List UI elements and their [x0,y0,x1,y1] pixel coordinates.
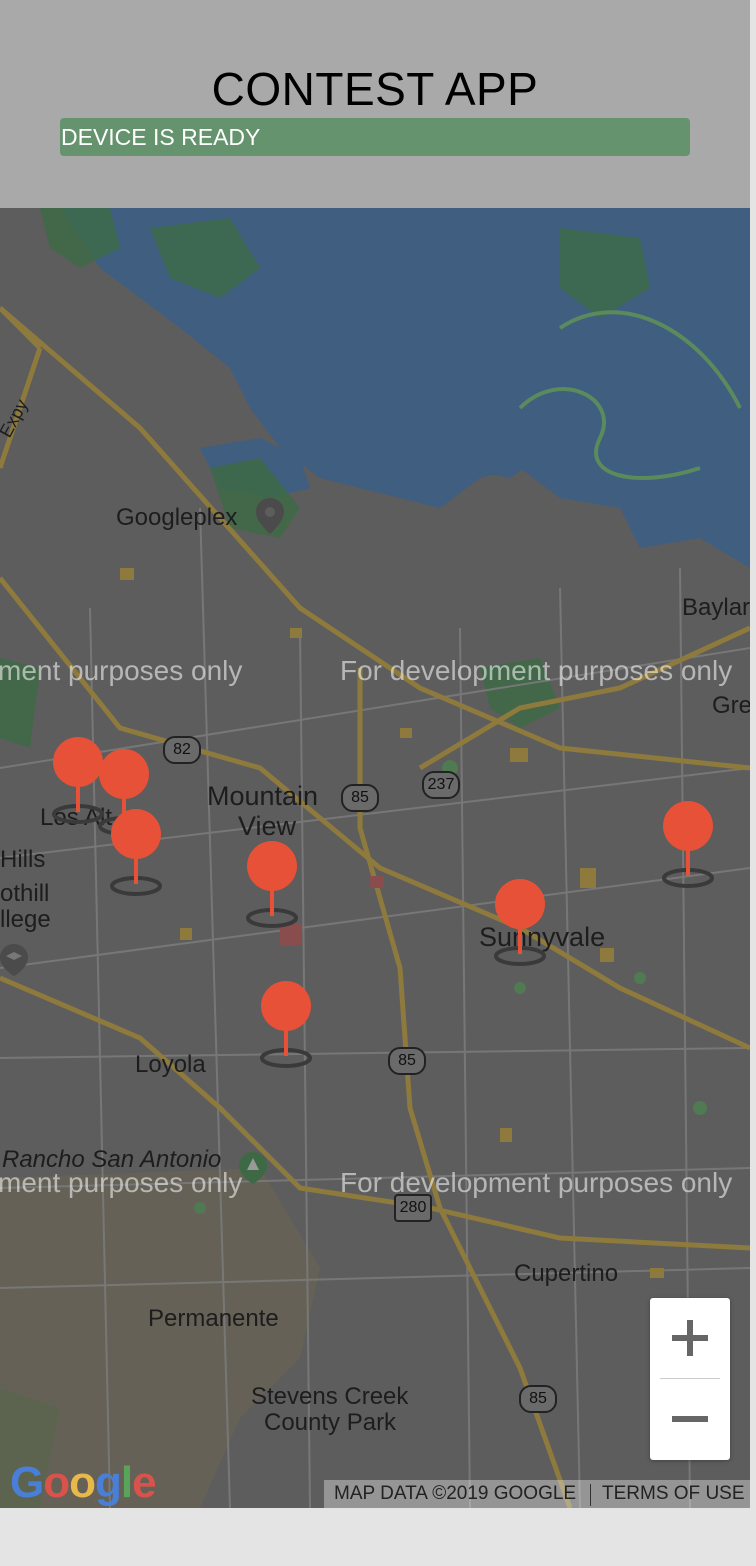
watermark-bottom-left: ment purposes only [0,1167,243,1198]
attribution-divider [590,1484,591,1506]
label-permanente: Permanente [148,1305,279,1332]
map-data-credit: MAP DATA ©2019 GOOGLE [334,1483,577,1504]
map-marker-7[interactable] [658,800,718,890]
label-googleplex: Googleplex [116,504,238,531]
highway-shield-85-cupertino: 85 [519,1385,557,1413]
park-pin-icon [239,1152,267,1184]
google-logo[interactable]: Google [10,1458,157,1508]
highway-shield-85: 85 [341,784,379,812]
label-loyola: Loyola [135,1051,206,1078]
map-attribution-bar: MAP DATA ©2019 GOOGLE TERMS OF USE [324,1480,750,1508]
place-pin-icon [256,498,284,534]
highway-shield-82: 82 [163,736,201,764]
school-icon [0,944,28,976]
plus-icon [672,1320,708,1356]
map-marker-6[interactable] [490,878,550,968]
label-hills: Hills [0,846,46,873]
zoom-control [650,1298,730,1460]
label-baylands: Baylar [682,594,750,621]
terms-of-use-link[interactable]: TERMS OF USE [602,1480,745,1508]
label-college: llege [0,906,51,933]
page-footer [0,1508,756,1566]
label-cupertino: Cupertino [514,1260,619,1287]
map-view[interactable]: Googleplex Expy Baylar Gre Mountain View… [0,208,750,1508]
watermark-top-left: ment purposes only [0,655,243,686]
highway-shield-85-south: 85 [388,1047,426,1075]
label-mountain-view-line2: View [238,811,297,841]
minus-icon [672,1416,708,1422]
watermark-bottom-right: For development purposes only [340,1167,733,1198]
label-county-park: County Park [264,1409,397,1436]
map-marker-3[interactable] [106,808,166,898]
watermark-top-right: For development purposes only [340,655,733,686]
map-marker-5[interactable] [256,980,316,1070]
app-title: CONTEST APP [211,63,539,115]
map-marker-4[interactable] [242,840,302,930]
label-stevens-creek: Stevens Creek [251,1383,409,1410]
label-gre: Gre [712,692,750,719]
zoom-in-button[interactable] [650,1298,730,1378]
label-mountain-view: Mountain [207,781,319,811]
label-foothill: othill [0,880,50,907]
app-header: CONTEST APP DEVICE IS READY [0,0,750,208]
zoom-out-button[interactable] [650,1379,730,1459]
highway-shield-237: 237 [422,771,460,799]
device-status-banner: DEVICE IS READY [60,118,690,156]
